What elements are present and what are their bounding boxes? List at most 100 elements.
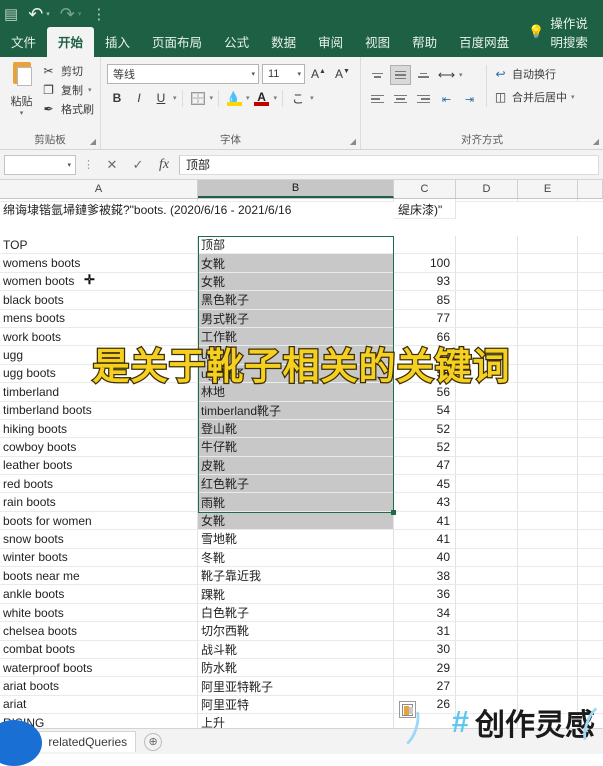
cell-f11[interactable]: [578, 402, 603, 420]
column-header-c[interactable]: C: [394, 180, 456, 198]
cell-b18[interactable]: 雪地靴: [198, 530, 394, 548]
name-box-caret-icon[interactable]: ▾: [67, 161, 71, 169]
cell-f12[interactable]: [578, 420, 603, 438]
table-row[interactable]: cowboy boots牛仔靴52: [0, 438, 603, 456]
cell-b12[interactable]: 登山靴: [198, 420, 394, 438]
cell-b21[interactable]: 踝靴: [198, 585, 394, 603]
cell-b20[interactable]: 靴子靠近我: [198, 567, 394, 585]
redo-icon[interactable]: ↷: [60, 5, 75, 23]
cell-d18[interactable]: [456, 530, 518, 548]
cell-d22[interactable]: [456, 604, 518, 622]
cell-d12[interactable]: [456, 420, 518, 438]
paste-button[interactable]: 粘贴 ▾: [6, 60, 37, 117]
cell-c11[interactable]: 54: [394, 402, 456, 420]
customize-qat-icon[interactable]: ⋮: [91, 7, 106, 22]
font-color-caret-icon[interactable]: ▾: [274, 94, 278, 102]
cell-f19[interactable]: [578, 549, 603, 567]
cell-a21[interactable]: ankle boots: [0, 585, 198, 603]
cell-d1[interactable]: [456, 199, 518, 202]
cell-f22[interactable]: [578, 604, 603, 622]
cell-e25[interactable]: [518, 659, 578, 677]
cell-d25[interactable]: [456, 659, 518, 677]
cell-b13[interactable]: 牛仔靴: [198, 438, 394, 456]
tab-home[interactable]: 开始: [47, 27, 94, 57]
tab-file[interactable]: 文件: [0, 27, 47, 57]
cell-c20[interactable]: 38: [394, 567, 456, 585]
undo-icon[interactable]: ↶: [28, 5, 43, 23]
cell-b27[interactable]: 阿里亚特: [198, 696, 394, 714]
cell-e4[interactable]: [518, 273, 578, 291]
cell-e10[interactable]: [518, 383, 578, 401]
cell-a12[interactable]: hiking boots: [0, 420, 198, 438]
cell-a22[interactable]: white boots: [0, 604, 198, 622]
italic-button[interactable]: I: [129, 88, 149, 108]
cell-d13[interactable]: [456, 438, 518, 456]
tell-me-search[interactable]: 💡 操作说明搜索: [520, 8, 603, 57]
cell-e5[interactable]: [518, 291, 578, 309]
cell-a24[interactable]: combat boots: [0, 641, 198, 659]
align-top-button[interactable]: [367, 65, 388, 85]
table-row[interactable]: black boots黑色靴子85: [0, 291, 603, 309]
table-row[interactable]: snow boots雪地靴41: [0, 530, 603, 548]
cell-f1[interactable]: [578, 199, 603, 202]
cell-a25[interactable]: waterproof boots: [0, 659, 198, 677]
table-row[interactable]: rain boots雨靴43: [0, 493, 603, 511]
tab-view[interactable]: 视图: [354, 27, 401, 57]
cell-e7[interactable]: [518, 328, 578, 346]
cell-d21[interactable]: [456, 585, 518, 603]
table-row[interactable]: ariat boots阿里亚特靴子27: [0, 677, 603, 695]
cut-button[interactable]: ✂ 剪切: [41, 63, 94, 79]
cell-a19[interactable]: winter boots: [0, 549, 198, 567]
cell-c18[interactable]: 41: [394, 530, 456, 548]
cell-b17[interactable]: 女靴: [198, 512, 394, 530]
cell-f9[interactable]: [578, 365, 603, 383]
redo-caret-icon[interactable]: ▾: [78, 10, 82, 18]
tab-help[interactable]: 帮助: [401, 27, 448, 57]
tab-data[interactable]: 数据: [260, 27, 307, 57]
table-row[interactable]: boots for women女靴41: [0, 512, 603, 530]
cell-a4[interactable]: women boots: [0, 273, 198, 291]
cell-f24[interactable]: [578, 641, 603, 659]
orientation-caret-icon[interactable]: ▾: [459, 71, 463, 79]
table-row[interactable]: hiking boots登山靴52: [0, 420, 603, 438]
underline-button[interactable]: U: [151, 88, 171, 108]
column-header-e[interactable]: E: [518, 180, 578, 198]
cell-c13[interactable]: 52: [394, 438, 456, 456]
tab-page-layout[interactable]: 页面布局: [141, 27, 213, 57]
alignment-dialog-launcher-icon[interactable]: ◢: [593, 137, 599, 146]
cell-a15[interactable]: red boots: [0, 475, 198, 493]
font-name-caret-icon[interactable]: ▾: [245, 70, 255, 78]
cell-b19[interactable]: 冬靴: [198, 549, 394, 567]
font-dialog-launcher-icon[interactable]: ◢: [350, 137, 356, 146]
merge-caret-icon[interactable]: ▾: [571, 93, 575, 101]
cell-c12[interactable]: 52: [394, 420, 456, 438]
cell-e6[interactable]: [518, 310, 578, 328]
table-row[interactable]: combat boots战斗靴30: [0, 641, 603, 659]
cell-e17[interactable]: [518, 512, 578, 530]
cell-e20[interactable]: [518, 567, 578, 585]
align-bottom-button[interactable]: [413, 65, 434, 85]
cell-a20[interactable]: boots near me: [0, 567, 198, 585]
cell-c3[interactable]: 100: [394, 254, 456, 272]
table-row[interactable]: mens boots男式靴子77: [0, 310, 603, 328]
font-name-combo[interactable]: 等线 ▾: [107, 64, 259, 84]
cell-a13[interactable]: cowboy boots: [0, 438, 198, 456]
underline-caret-icon[interactable]: ▾: [173, 94, 177, 102]
cell-d4[interactable]: [456, 273, 518, 291]
align-middle-button[interactable]: [390, 65, 411, 85]
cell-e16[interactable]: [518, 493, 578, 511]
table-row[interactable]: timberland bootstimberland靴子54: [0, 402, 603, 420]
cell-a2[interactable]: TOP: [0, 236, 198, 254]
cell-e3[interactable]: [518, 254, 578, 272]
table-row[interactable]: womens boots女靴100: [0, 254, 603, 272]
clipboard-dialog-launcher-icon[interactable]: ◢: [90, 137, 96, 146]
decrease-indent-button[interactable]: ⇤: [436, 89, 457, 109]
cell-d2[interactable]: [456, 236, 518, 254]
copy-button[interactable]: ❐ 复制 ▾: [41, 82, 94, 98]
table-row[interactable]: ankle boots踝靴36: [0, 585, 603, 603]
cell-f13[interactable]: [578, 438, 603, 456]
formula-bar-grip[interactable]: ⋮: [80, 158, 97, 171]
cell-c21[interactable]: 36: [394, 585, 456, 603]
bold-button[interactable]: B: [107, 88, 127, 108]
cell-a23[interactable]: chelsea boots: [0, 622, 198, 640]
